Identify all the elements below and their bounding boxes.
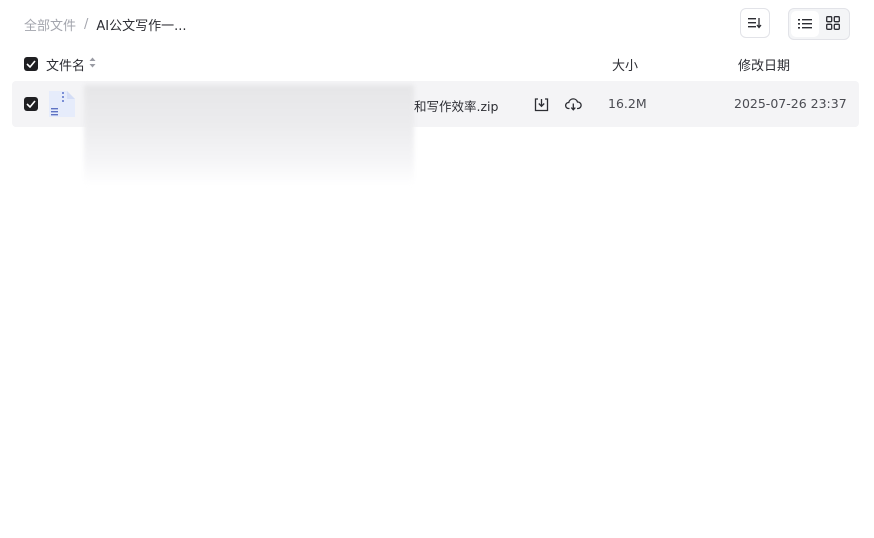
breadcrumb: 全部文件 / AI公文写作一...	[24, 14, 187, 34]
file-name[interactable]: 和写作效率.zip	[414, 96, 498, 115]
column-header-name-label: 文件名	[46, 59, 86, 74]
check-icon	[26, 100, 36, 108]
sort-arrows-icon	[89, 57, 96, 72]
sort-button[interactable]	[740, 8, 770, 38]
breadcrumb-root[interactable]: 全部文件	[24, 15, 76, 34]
list-view-icon	[798, 15, 812, 34]
list-view-button[interactable]	[791, 11, 819, 37]
breadcrumb-current: AI公文写作一...	[96, 18, 187, 34]
zip-file-icon	[47, 89, 77, 119]
sort-icon	[748, 14, 762, 33]
grid-view-icon	[826, 15, 840, 34]
row-checkbox[interactable]	[24, 97, 38, 111]
redacted-filename	[84, 85, 414, 185]
column-header-date[interactable]: 修改日期	[738, 55, 790, 74]
column-header-name[interactable]: 文件名	[46, 55, 96, 74]
table-row[interactable]: 和写作效率.zip 16.2M 2025-07-26 23:37	[12, 81, 859, 185]
file-modified-date: 2025-07-26 23:37	[734, 96, 847, 111]
download-icon[interactable]	[532, 95, 550, 113]
grid-view-button[interactable]	[819, 11, 847, 37]
cloud-save-icon[interactable]	[564, 95, 582, 113]
check-icon	[26, 60, 36, 68]
column-header-size[interactable]: 大小	[612, 55, 638, 74]
table-header: 文件名 大小 修改日期	[0, 52, 874, 76]
breadcrumb-separator: /	[84, 16, 89, 32]
view-toggle	[788, 8, 850, 40]
select-all-checkbox[interactable]	[24, 57, 38, 71]
file-size: 16.2M	[608, 96, 647, 111]
